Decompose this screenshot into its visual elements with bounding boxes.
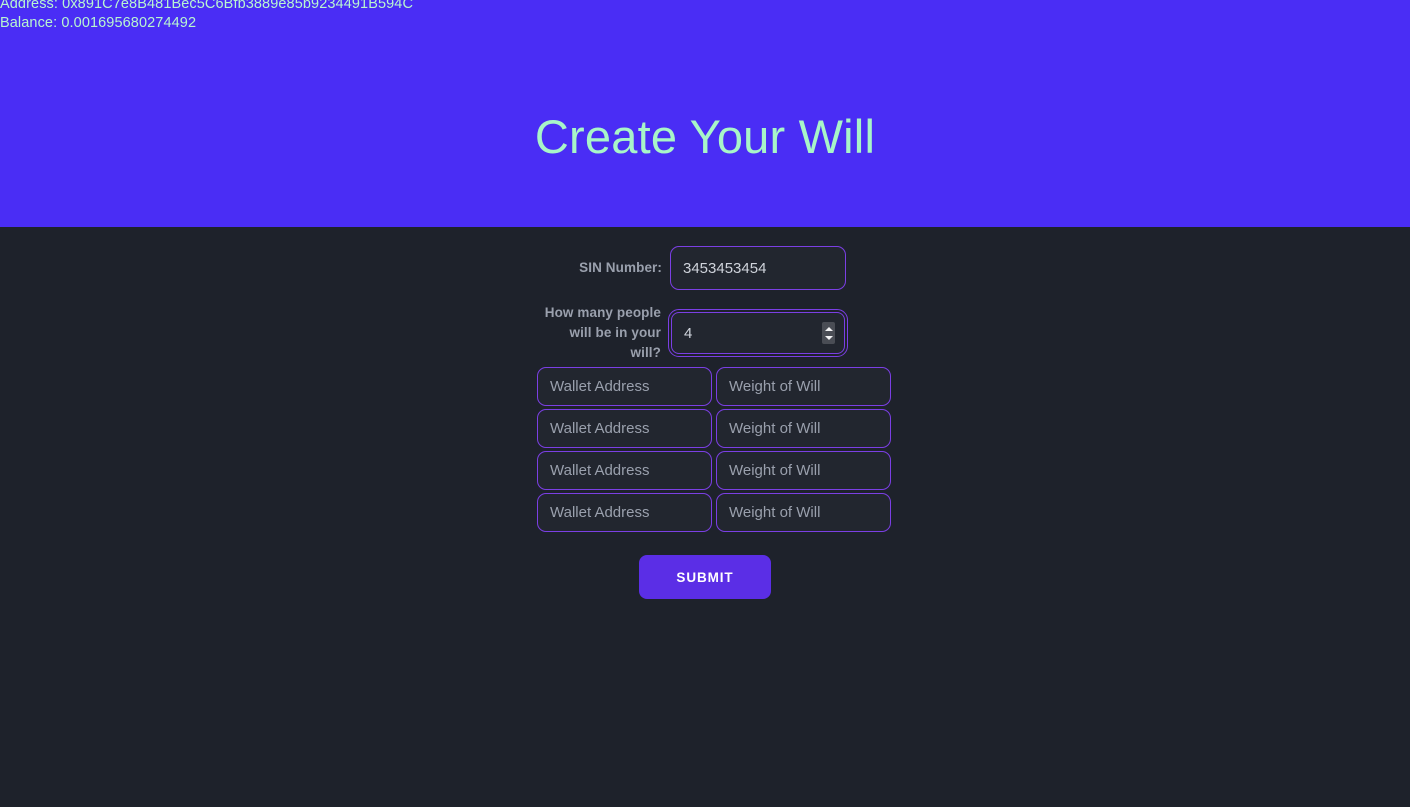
wallet-address-text: Address: 0x891C7e8B481Bec5C6Bfb3889e85b9… bbox=[0, 0, 414, 12]
people-count-label-line2: will be in your will? bbox=[569, 325, 661, 360]
beneficiary-row bbox=[537, 451, 891, 490]
submit-button[interactable]: SUBMIT bbox=[639, 555, 771, 599]
beneficiary-row bbox=[537, 409, 891, 448]
wallet-info: Address: 0x891C7e8B481Bec5C6Bfb3889e85b9… bbox=[0, 0, 413, 32]
will-form: SIN Number: How many people will be in y… bbox=[0, 227, 1410, 807]
weight-of-will-input[interactable] bbox=[716, 451, 891, 490]
sin-number-input[interactable] bbox=[670, 246, 846, 290]
beneficiary-row bbox=[537, 493, 891, 532]
weight-of-will-input[interactable] bbox=[716, 493, 891, 532]
beneficiary-row bbox=[537, 367, 891, 406]
weight-of-will-input[interactable] bbox=[716, 367, 891, 406]
weight-of-will-input[interactable] bbox=[716, 409, 891, 448]
people-count-label: How many people will be in your will? bbox=[541, 303, 661, 363]
number-spinner[interactable] bbox=[822, 322, 835, 344]
wallet-address-input[interactable] bbox=[537, 451, 712, 490]
triangle-down-icon[interactable] bbox=[824, 335, 833, 340]
beneficiary-list bbox=[537, 367, 891, 535]
wallet-balance-text: Balance: 0.001695680274492 bbox=[0, 14, 197, 31]
people-count-field-wrapper[interactable] bbox=[668, 309, 848, 357]
wallet-address-input[interactable] bbox=[537, 409, 712, 448]
people-count-input[interactable] bbox=[671, 312, 845, 354]
sin-number-row: SIN Number: bbox=[579, 246, 846, 290]
page-header: Address: 0x891C7e8B481Bec5C6Bfb3889e85b9… bbox=[0, 0, 1410, 227]
people-count-label-line1: How many people bbox=[544, 305, 661, 320]
people-count-row: How many people will be in your will? bbox=[541, 303, 848, 363]
sin-number-label: SIN Number: bbox=[579, 260, 662, 275]
submit-row: SUBMIT bbox=[0, 555, 1410, 599]
wallet-address-input[interactable] bbox=[537, 493, 712, 532]
page-title: Create Your Will bbox=[534, 110, 876, 163]
triangle-up-icon[interactable] bbox=[824, 326, 833, 331]
wallet-address-input[interactable] bbox=[537, 367, 712, 406]
